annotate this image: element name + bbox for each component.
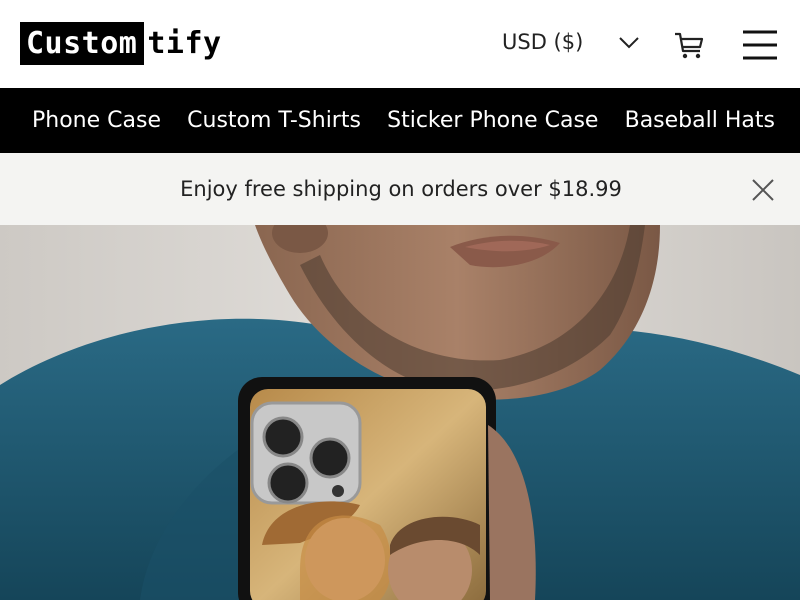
nav-item-sticker-phone-case[interactable]: Sticker Phone Case bbox=[387, 108, 598, 133]
promo-banner-text: Enjoy free shipping on orders over $18.9… bbox=[180, 177, 622, 201]
currency-selector[interactable]: USD ($) bbox=[502, 30, 583, 54]
chevron-down-icon[interactable] bbox=[618, 36, 640, 50]
site-logo[interactable]: Custom tify bbox=[20, 22, 222, 65]
category-nav: Phone Case Custom T-Shirts Sticker Phone… bbox=[0, 88, 800, 153]
promo-banner: Enjoy free shipping on orders over $18.9… bbox=[0, 153, 800, 225]
nav-item-phone-case[interactable]: Phone Case bbox=[32, 108, 161, 133]
cart-icon[interactable] bbox=[673, 29, 705, 61]
hero-illustration bbox=[0, 225, 800, 600]
nav-item-custom-t-shirts[interactable]: Custom T-Shirts bbox=[187, 108, 361, 133]
hamburger-menu-icon[interactable] bbox=[741, 28, 779, 62]
hero-image bbox=[0, 225, 800, 600]
logo-rest-text: tify bbox=[147, 26, 222, 61]
site-header: Custom tify USD ($) bbox=[0, 0, 800, 88]
nav-item-baseball-hats[interactable]: Baseball Hats bbox=[625, 108, 775, 133]
close-icon[interactable] bbox=[751, 178, 775, 202]
logo-boxed-text: Custom bbox=[20, 22, 145, 65]
